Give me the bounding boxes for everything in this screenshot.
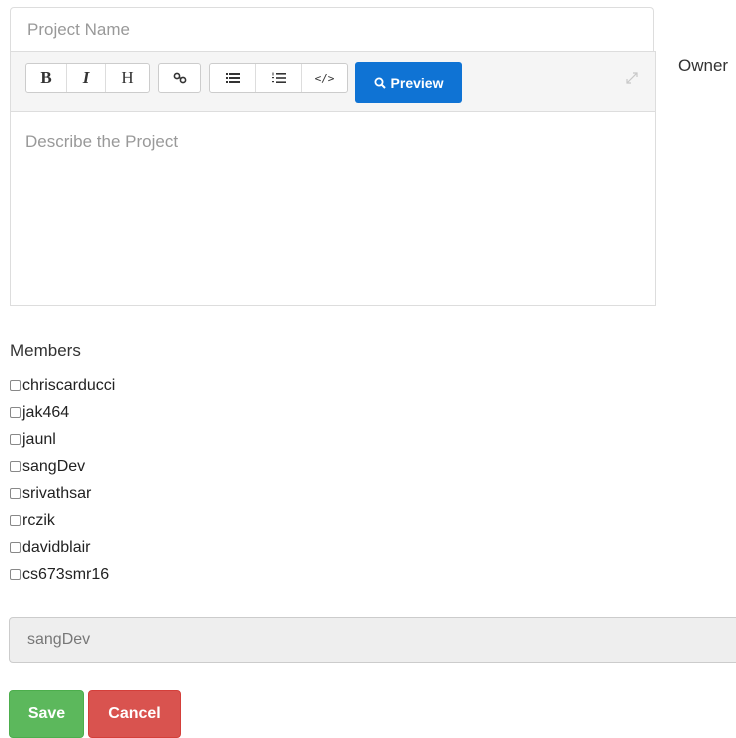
owner-value: sangDev (27, 631, 91, 648)
code-button[interactable]: </> (302, 64, 347, 92)
member-item[interactable]: jaunl (10, 426, 115, 453)
member-name: srivathsar (22, 484, 92, 502)
bold-button[interactable]: B (26, 64, 67, 92)
member-item[interactable]: rczik (10, 507, 115, 534)
member-item[interactable]: sangDev (10, 453, 115, 480)
search-icon (374, 77, 386, 89)
owner-select[interactable]: sangDev (9, 617, 736, 663)
owner-label: Owner (678, 56, 729, 75)
member-item[interactable]: chriscarducci (10, 372, 115, 399)
save-button[interactable]: Save (9, 690, 84, 738)
member-name: jak464 (22, 403, 70, 421)
description-editor[interactable]: B I H </> Preview Describe the Project (10, 51, 656, 306)
ordered-list-button[interactable] (256, 64, 302, 92)
member-checkbox[interactable] (10, 515, 21, 526)
unordered-list-button[interactable] (210, 64, 256, 92)
heading-button[interactable]: H (106, 64, 149, 92)
preview-label: Preview (390, 74, 444, 91)
block-format-group: </> (209, 63, 348, 93)
member-item[interactable]: srivathsar (10, 480, 115, 507)
member-name: jaunl (22, 430, 56, 448)
members-label: Members (10, 341, 81, 360)
preview-button[interactable]: Preview (355, 62, 462, 103)
member-name: davidblair (22, 538, 91, 556)
expand-icon[interactable] (625, 71, 639, 85)
member-checkbox[interactable] (10, 407, 21, 418)
link-group (158, 63, 201, 93)
editor-toolbar: B I H </> Preview (11, 52, 655, 112)
text-format-group: B I H (25, 63, 150, 93)
italic-button[interactable]: I (67, 64, 106, 92)
member-checkbox[interactable] (10, 569, 21, 580)
member-checkbox[interactable] (10, 380, 21, 391)
member-item[interactable]: cs673smr16 (10, 561, 115, 588)
member-name: chriscarducci (22, 376, 116, 394)
member-item[interactable]: jak464 (10, 399, 115, 426)
member-checkbox[interactable] (10, 542, 21, 553)
member-name: rczik (22, 511, 55, 529)
member-checkbox[interactable] (10, 488, 21, 499)
cancel-button[interactable]: Cancel (88, 690, 181, 738)
member-checkbox[interactable] (10, 434, 21, 445)
link-icon (173, 72, 186, 84)
ordered-list-icon (271, 72, 286, 83)
members-list: chriscarducci jak464 jaunl sangDev sriva… (10, 372, 115, 588)
unordered-list-icon (225, 73, 240, 83)
member-name: sangDev (22, 457, 86, 475)
project-name-input[interactable]: Project Name (10, 7, 654, 51)
link-button[interactable] (159, 64, 200, 92)
member-name: cs673smr16 (22, 565, 110, 583)
project-name-placeholder: Project Name (27, 19, 130, 39)
member-item[interactable]: davidblair (10, 534, 115, 561)
editor-placeholder: Describe the Project (25, 132, 179, 151)
member-checkbox[interactable] (10, 461, 21, 472)
